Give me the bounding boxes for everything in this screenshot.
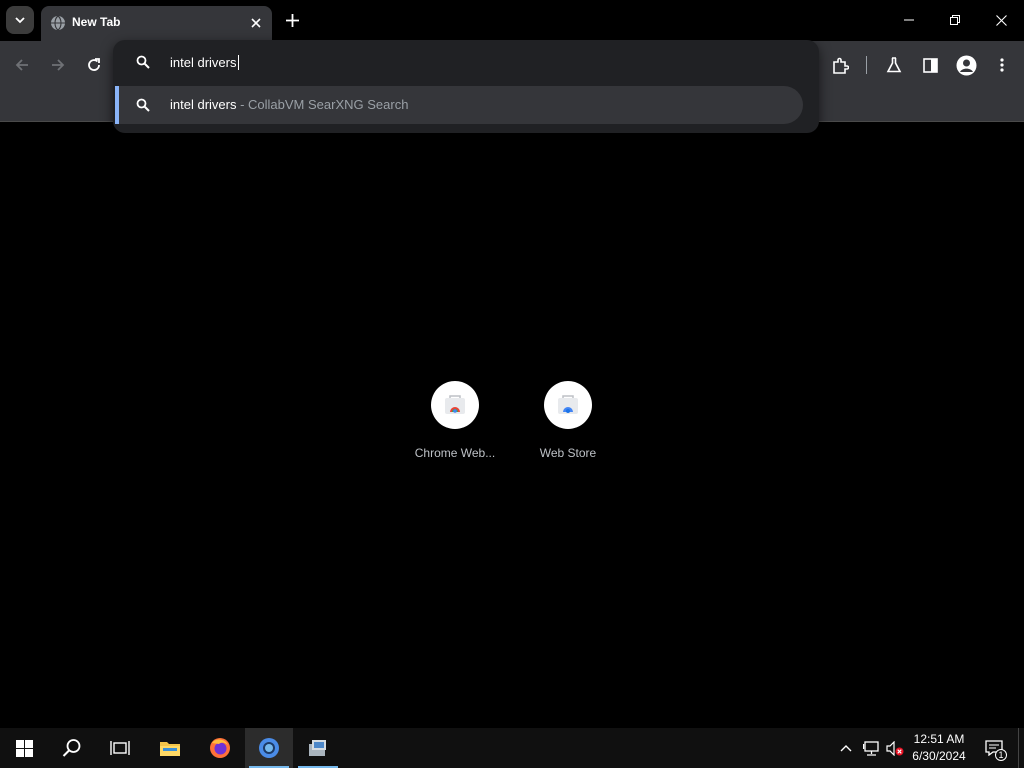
firefox-icon <box>210 738 230 758</box>
forward-button[interactable] <box>44 51 72 79</box>
volume-button[interactable] <box>884 728 906 768</box>
task-view-button[interactable] <box>96 728 144 768</box>
back-button[interactable] <box>8 51 36 79</box>
arrow-right-icon <box>52 59 65 71</box>
kebab-menu-icon <box>1000 58 1004 72</box>
search-icon <box>62 739 81 757</box>
arrow-left-icon <box>15 59 28 71</box>
search-icon <box>136 98 150 112</box>
shortcut-label: Chrome Web... <box>414 446 496 460</box>
side-panel-icon <box>922 57 938 73</box>
profile-icon <box>956 55 976 75</box>
address-bar-input[interactable]: intel drivers <box>170 55 240 70</box>
shortcut-favicon <box>431 381 479 429</box>
taskbar-chrome[interactable] <box>245 728 293 768</box>
clock-time: 12:51 AM <box>913 732 965 746</box>
taskbar-file-explorer[interactable] <box>146 728 194 768</box>
show-desktop-button[interactable] <box>1018 728 1024 768</box>
clock-date: 6/30/2024 <box>912 749 966 763</box>
restore-icon <box>950 15 960 25</box>
search-button[interactable] <box>48 728 96 768</box>
web-store-icon <box>558 395 578 414</box>
network-icon <box>862 740 879 756</box>
chrome-icon <box>259 738 279 758</box>
extensions-button[interactable] <box>826 51 854 79</box>
volume-muted-icon <box>886 740 904 756</box>
chevron-down-icon <box>15 17 25 24</box>
folder-icon <box>160 742 180 756</box>
address-bar[interactable]: intel drivers <box>113 40 819 84</box>
task-view-icon <box>110 741 130 755</box>
close-icon <box>995 14 1007 26</box>
puzzle-icon <box>832 57 849 74</box>
tab-strip: New Tab <box>0 0 1024 41</box>
shortcut-label: Web Store <box>539 446 597 460</box>
reload-icon <box>88 58 100 71</box>
flask-icon <box>886 57 902 73</box>
network-button[interactable] <box>860 728 882 768</box>
plus-icon <box>285 13 299 27</box>
minimize-button[interactable] <box>886 0 932 40</box>
reload-button[interactable] <box>80 51 108 79</box>
profile-button[interactable] <box>952 51 980 79</box>
suggestion-engine: - CollabVM SearXNG Search <box>236 97 409 112</box>
toolbar-divider <box>866 56 867 74</box>
suggestion-text: intel drivers - CollabVM SearXNG Search <box>170 97 408 112</box>
menu-button[interactable] <box>988 51 1016 79</box>
tab-title: New Tab <box>72 15 121 29</box>
close-icon <box>251 18 261 28</box>
taskbar-app[interactable] <box>294 728 342 768</box>
windows-logo-icon <box>15 739 33 757</box>
selection-indicator <box>115 86 119 124</box>
windows-taskbar: 12:51 AM 6/30/2024 1 <box>0 728 1024 768</box>
notification-count-badge: 1 <box>995 749 1007 761</box>
taskbar-firefox[interactable] <box>196 728 244 768</box>
tab-close-button[interactable] <box>246 13 266 33</box>
tab-new-tab[interactable]: New Tab <box>41 6 272 41</box>
minimize-icon <box>904 19 914 21</box>
system-clock[interactable]: 12:51 AM 6/30/2024 <box>905 731 973 765</box>
action-center-button[interactable]: 1 <box>980 728 1008 768</box>
text-caret <box>238 55 240 70</box>
globe-icon <box>51 15 65 31</box>
tab-search-button[interactable] <box>6 6 34 34</box>
omnibox-popup: intel drivers intel drivers - CollabVM S… <box>113 40 819 133</box>
chrome-web-store-icon <box>445 395 465 414</box>
omnibox-suggestion[interactable]: intel drivers - CollabVM SearXNG Search <box>115 86 803 124</box>
close-window-button[interactable] <box>978 0 1024 40</box>
shortcut-favicon <box>544 381 592 429</box>
new-tab-button[interactable] <box>280 8 304 32</box>
shortcut-web-store[interactable]: Web Store <box>512 381 624 471</box>
setup-app-icon <box>309 740 326 756</box>
search-icon <box>136 55 150 69</box>
show-hidden-icons-button[interactable] <box>836 728 856 768</box>
labs-button[interactable] <box>880 51 908 79</box>
start-button[interactable] <box>0 728 48 768</box>
suggestion-query: intel drivers <box>170 97 237 112</box>
restore-button[interactable] <box>932 0 978 40</box>
side-panel-button[interactable] <box>916 51 944 79</box>
shortcut-chrome-web-store[interactable]: Chrome Web... <box>399 381 511 471</box>
chevron-up-icon <box>840 745 852 752</box>
